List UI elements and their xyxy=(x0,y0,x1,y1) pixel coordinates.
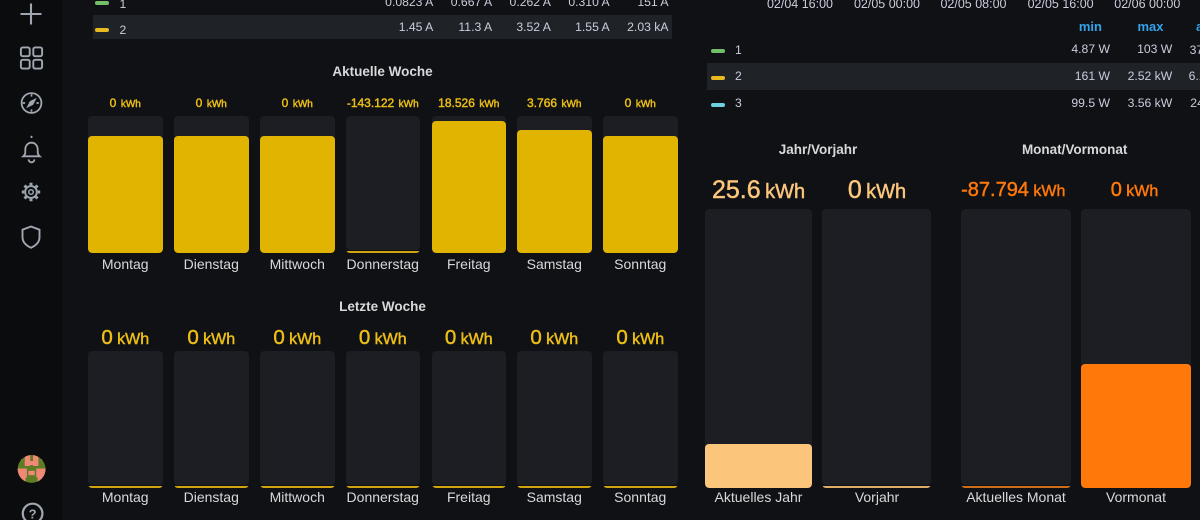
svg-text:?: ? xyxy=(29,507,37,520)
